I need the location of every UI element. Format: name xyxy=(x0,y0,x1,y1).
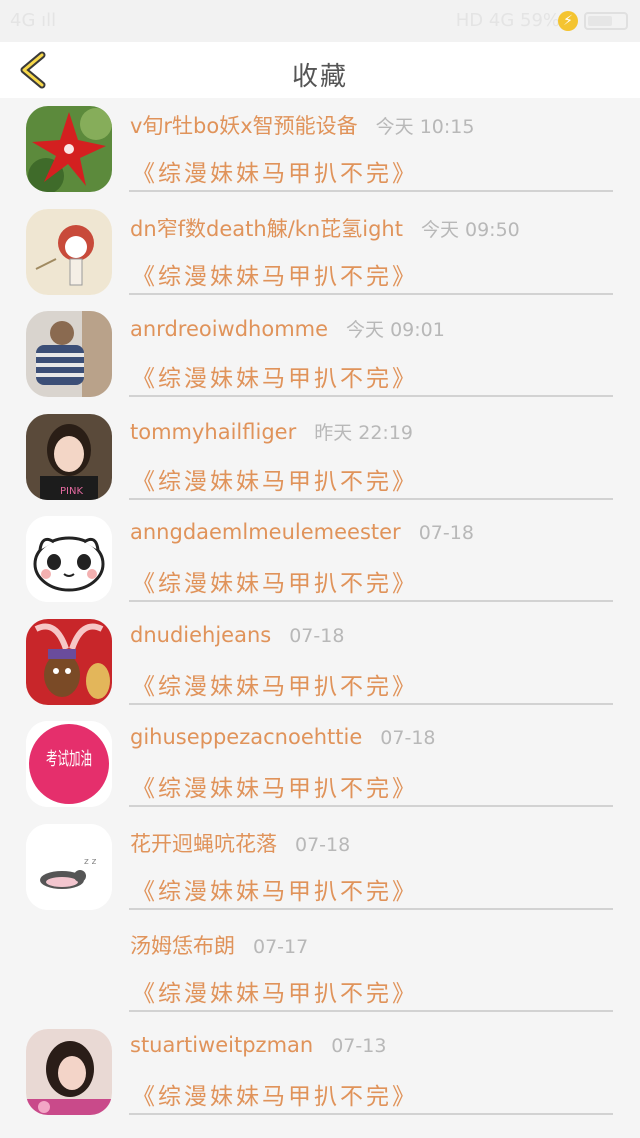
avatar[interactable] xyxy=(26,1028,112,1115)
timestamp: 07-18 xyxy=(380,727,436,749)
work-title[interactable]: 《综漫妹妹马甲扒不完》 xyxy=(132,564,418,598)
header-bar: 收藏 xyxy=(0,42,640,98)
user-name: stuartiweitpzman xyxy=(130,1032,314,1057)
work-title[interactable]: 《综漫妹妹马甲扒不完》 xyxy=(132,769,418,803)
avatar[interactable]: z z xyxy=(26,823,112,910)
work-title[interactable]: 《综漫妹妹马甲扒不完》 xyxy=(132,974,418,1008)
timestamp: 07-18 xyxy=(295,833,351,856)
timestamp: 07-18 xyxy=(289,624,345,647)
divider xyxy=(129,805,613,807)
status-bar: 4G ıll HD 4G 59% ⚡ xyxy=(0,0,640,42)
cartoon-characters-icon xyxy=(26,618,112,705)
work-title[interactable]: 《综漫妹妹马甲扒不完》 xyxy=(132,872,418,906)
divider xyxy=(129,190,613,192)
user-name: 花开迥蝇吭花落 xyxy=(130,831,277,856)
divider xyxy=(129,702,613,705)
panda-face-icon xyxy=(26,516,112,602)
list-item[interactable]: 考试加油 gihuseppezacnoehttie 07-18 《综漫妹妹马甲扒不… xyxy=(0,713,640,816)
avatar[interactable]: PINK xyxy=(26,413,112,500)
timestamp: 昨天 22:19 xyxy=(314,421,414,444)
girl-photo-icon: PINK xyxy=(26,413,112,500)
work-title[interactable]: 《综漫妹妹马甲扒不完》 xyxy=(132,257,418,291)
list-item[interactable]: dn窄f数death觫/kn芘氢ight 今天 09:50 《综漫妹妹马甲扒不完》 xyxy=(0,201,640,304)
list-item[interactable]: v旬r牡bo妖x智预能设备 今天 10:15 《综漫妹妹马甲扒不完》 xyxy=(0,98,640,201)
work-title[interactable]: 《综漫妹妹马甲扒不完》 xyxy=(132,462,418,496)
user-name: anngdaemlmeulemeester xyxy=(130,520,401,544)
page-title: 收藏 xyxy=(291,62,348,92)
timestamp: 今天 10:15 xyxy=(375,116,475,138)
avatar[interactable] xyxy=(26,106,112,192)
network-indicator: HD 4G 59% xyxy=(455,10,560,31)
list-item[interactable]: stuartiweitpzman 07-13 《综漫妹妹马甲扒不完》 xyxy=(0,1021,640,1124)
avatar[interactable] xyxy=(26,208,112,295)
signal-indicator: 4G ıll xyxy=(10,10,57,31)
favorites-list: v旬r牡bo妖x智预能设备 今天 10:15 《综漫妹妹马甲扒不完》 dn窄f数d… xyxy=(0,98,640,1123)
list-item[interactable]: anrdreoiwdhomme 今天 09:01 《综漫妹妹马甲扒不完》 xyxy=(0,303,640,406)
divider xyxy=(129,292,613,295)
avatar[interactable] xyxy=(26,926,112,1012)
timestamp: 07-18 xyxy=(418,522,474,544)
list-item[interactable]: anngdaemlmeulemeester 07-18 《综漫妹妹马甲扒不完》 xyxy=(0,508,640,611)
divider xyxy=(129,600,613,602)
timestamp: 今天 09:50 xyxy=(420,218,520,241)
avatar-text: 考试加油 xyxy=(46,749,92,770)
charging-icon: ⚡ xyxy=(558,11,578,31)
user-name: anrdreoiwdhomme xyxy=(130,317,329,341)
timestamp: 今天 09:01 xyxy=(346,319,445,341)
divider xyxy=(129,1010,613,1012)
girl-photo-icon xyxy=(26,1028,112,1115)
divider xyxy=(129,395,613,397)
user-name: dnudiehjeans xyxy=(130,622,272,647)
timestamp: 07-13 xyxy=(331,1034,387,1057)
work-title[interactable]: 《综漫妹妹马甲扒不完》 xyxy=(132,154,418,188)
list-item[interactable]: PINK tommyhailfliger 昨天 22:19 《综漫妹妹马甲扒不完》 xyxy=(0,406,640,509)
user-name: v旬r牡bo妖x智预能设备 xyxy=(130,114,358,138)
avatar[interactable] xyxy=(26,618,112,705)
user-name: 汤姆恁布朗 xyxy=(130,934,235,958)
work-title[interactable]: 《综漫妹妹马甲扒不完》 xyxy=(132,667,418,701)
pinwheel-flower-icon xyxy=(26,106,112,192)
user-name: dn窄f数death觫/kn芘氢ight xyxy=(130,216,403,241)
svg-text:PINK: PINK xyxy=(60,486,83,497)
work-title[interactable]: 《综漫妹妹马甲扒不完》 xyxy=(132,1077,418,1111)
list-item[interactable]: 汤姆恁布朗 07-17 《综漫妹妹马甲扒不完》 xyxy=(0,918,640,1021)
exam-badge-icon: 考试加油 xyxy=(26,721,112,807)
person-photo-icon xyxy=(26,311,112,397)
svg-text:z z: z z xyxy=(84,857,97,867)
lying-penguin-icon: z z xyxy=(26,823,112,910)
divider xyxy=(129,1112,613,1115)
divider xyxy=(129,907,613,910)
cartoon-girl-icon xyxy=(26,208,112,295)
battery-icon xyxy=(584,12,628,30)
divider xyxy=(129,497,613,500)
avatar[interactable] xyxy=(26,311,112,397)
user-name: tommyhailfliger xyxy=(130,419,297,444)
user-name: gihuseppezacnoehttie xyxy=(130,725,363,749)
avatar[interactable]: 考试加油 xyxy=(26,721,112,807)
avatar[interactable] xyxy=(26,516,112,602)
timestamp: 07-17 xyxy=(253,936,309,958)
list-item[interactable]: z z 花开迥蝇吭花落 07-18 《综漫妹妹马甲扒不完》 xyxy=(0,816,640,919)
work-title[interactable]: 《综漫妹妹马甲扒不完》 xyxy=(132,359,418,393)
list-item[interactable]: dnudiehjeans 07-18 《综漫妹妹马甲扒不完》 xyxy=(0,611,640,714)
